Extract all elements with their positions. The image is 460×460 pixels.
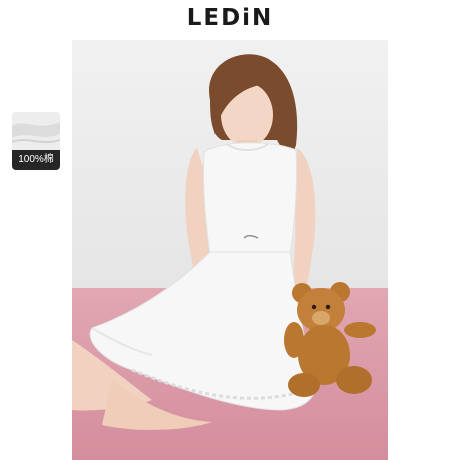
product-photo [72,40,388,460]
brand-logo: LEDiN [186,5,274,31]
dress-bodice [202,142,298,256]
fabric-swatch-icon [12,112,60,150]
fabric-badge: 100%棉 [12,112,60,170]
fabric-label: 100%棉 [12,150,60,170]
